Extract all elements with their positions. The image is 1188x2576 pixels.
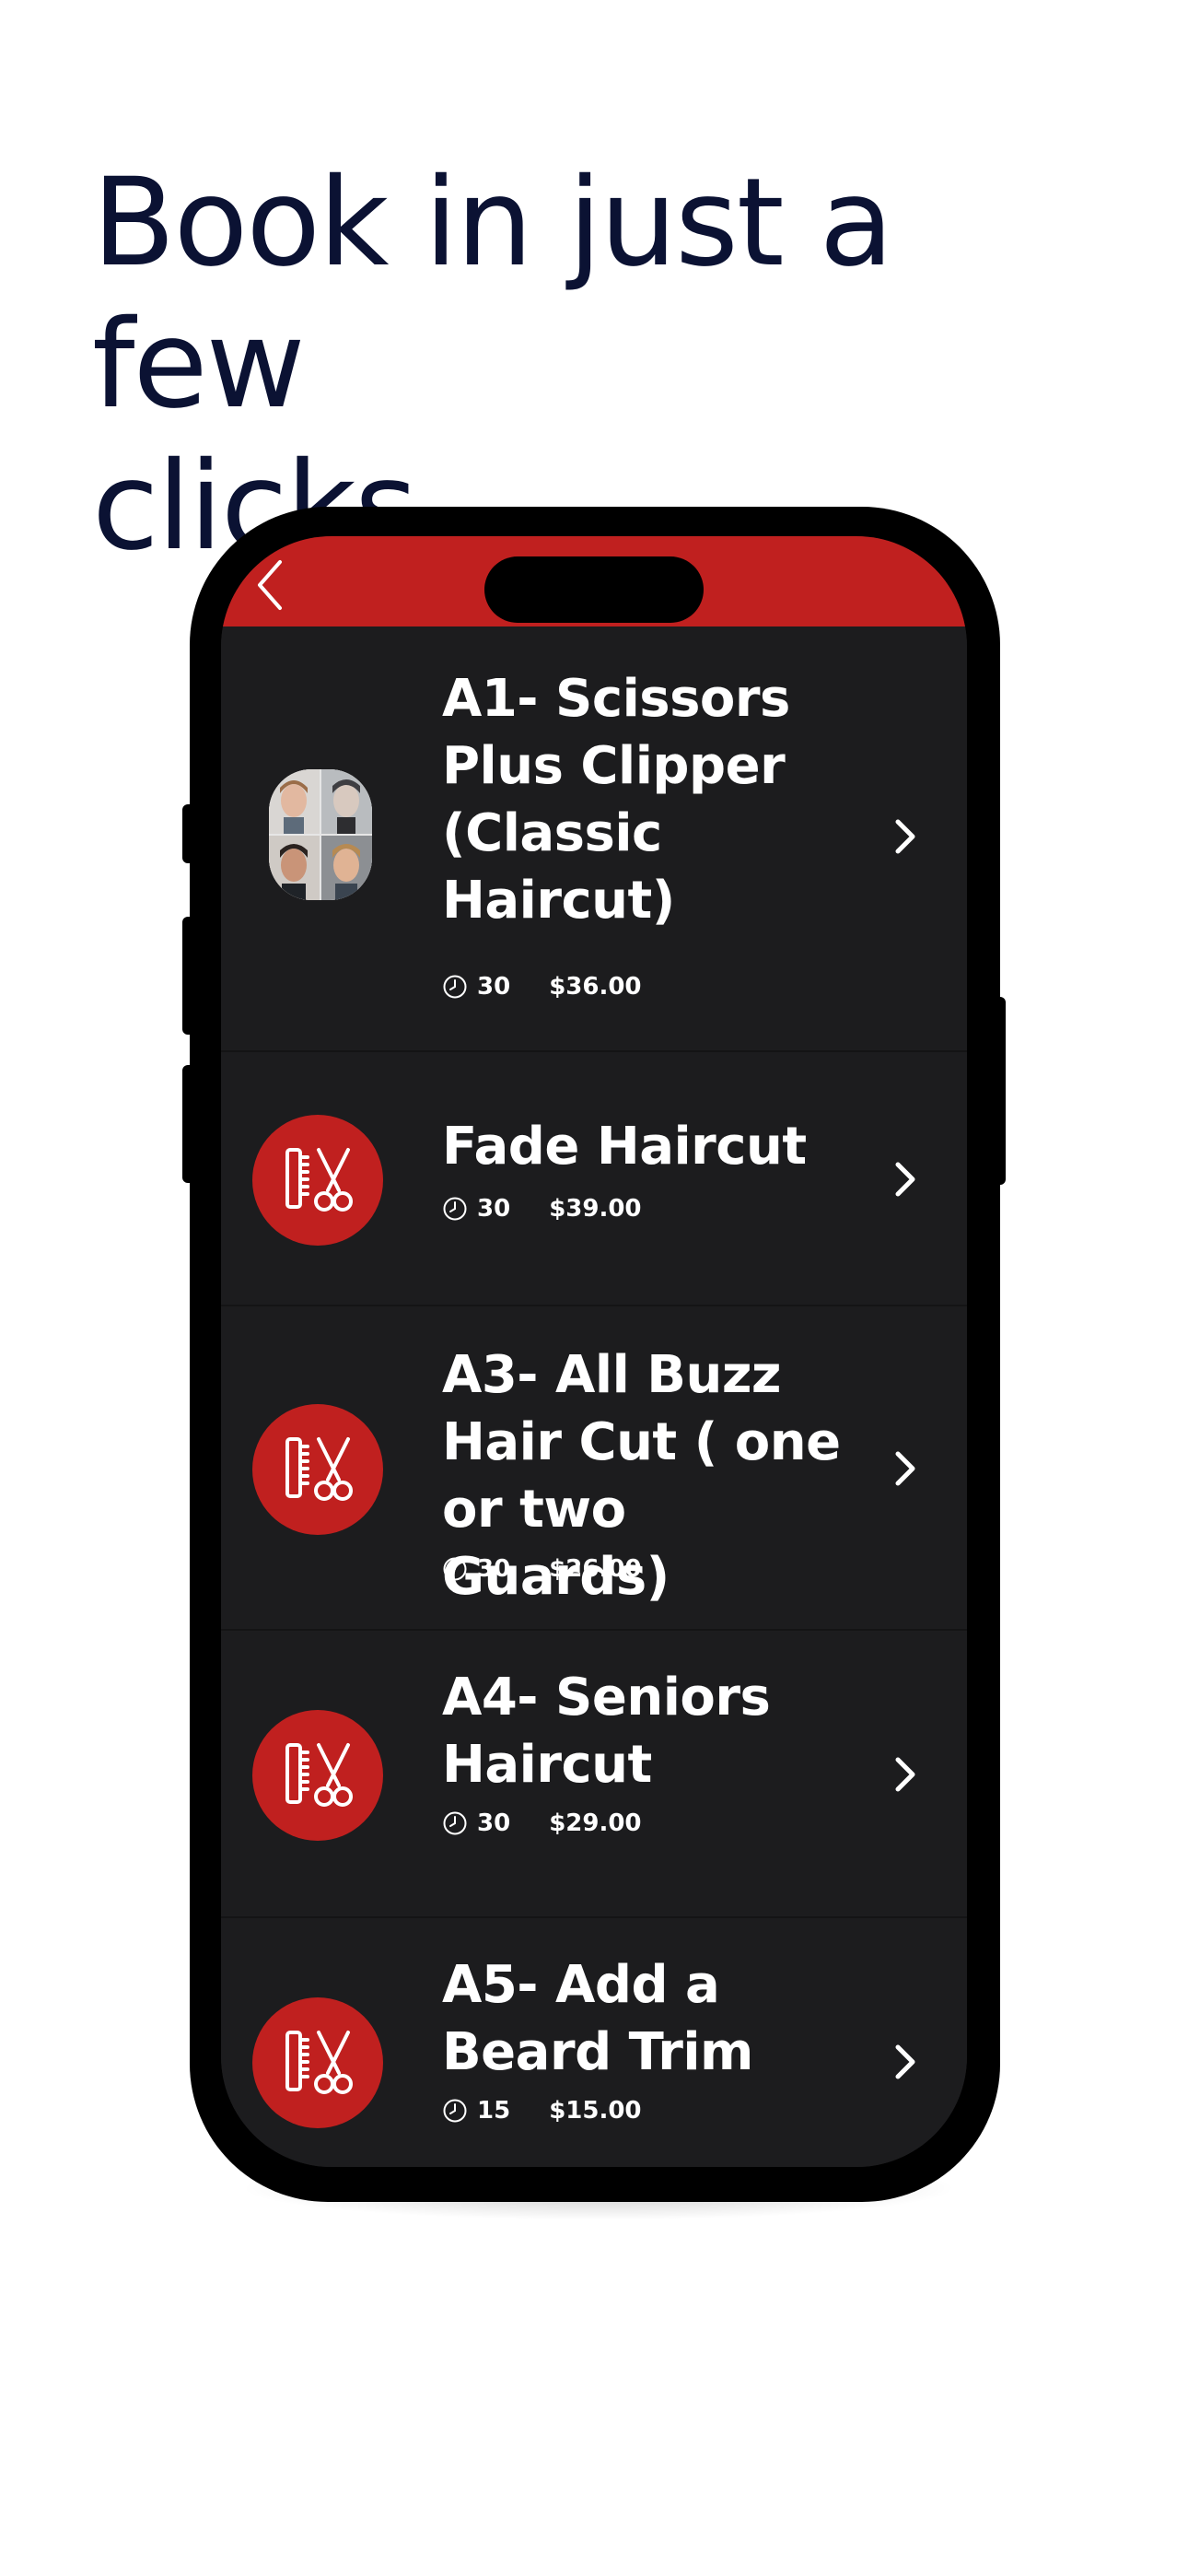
headline-line-1: Book in just a few <box>92 152 893 436</box>
chevron-left-icon <box>258 560 282 610</box>
service-title: Fade Haircut <box>442 1117 807 1177</box>
comb-scissors-icon <box>285 1437 353 1501</box>
service-duration: 30 <box>477 1809 511 1837</box>
clock-icon <box>443 1811 467 1835</box>
service-title: A1- Scissors Plus Clipper (Classic Hairc… <box>442 669 790 931</box>
service-meta: 30 $36.00 <box>442 971 642 1002</box>
chevron-right-icon <box>895 1162 915 1197</box>
service-title: A5- Add a Beard Trim <box>442 1955 753 2082</box>
service-avatar <box>252 1404 383 1535</box>
clock-icon <box>443 2099 467 2123</box>
comb-scissors-icon <box>285 1148 353 1212</box>
comb-scissors-icon <box>285 1743 353 1807</box>
service-price: $39.00 <box>549 1195 642 1223</box>
chevron-right-icon <box>895 1451 915 1486</box>
service-price: $26.00 <box>549 1555 642 1583</box>
service-title: A4- Seniors Haircut <box>442 1668 771 1795</box>
chevron-right-icon <box>895 1757 915 1792</box>
back-button[interactable] <box>249 555 295 615</box>
service-meta: 30 $26.00 <box>442 1553 642 1585</box>
dynamic-island <box>484 556 704 623</box>
service-price: $29.00 <box>549 1809 642 1837</box>
service-avatar <box>252 1115 383 1246</box>
service-photo <box>269 769 372 900</box>
clock-icon <box>443 1557 467 1581</box>
haircut-photo-collage-icon <box>269 769 372 900</box>
phone-screen: A1- Scissors Plus Clipper (Classic Hairc… <box>221 536 967 2167</box>
chevron-right-icon <box>895 819 915 854</box>
comb-scissors-icon <box>285 2031 353 2094</box>
service-duration: 30 <box>477 1195 511 1223</box>
service-row[interactable]: A3- All Buzz Hair Cut ( one or two Guard… <box>221 1306 967 1631</box>
service-duration: 30 <box>477 973 511 1001</box>
service-price: $15.00 <box>549 2097 642 2125</box>
service-duration: 15 <box>477 2097 511 2125</box>
service-avatar <box>252 1997 383 2128</box>
app-header <box>221 536 967 626</box>
service-meta: 30 $39.00 <box>442 1193 642 1224</box>
service-row[interactable]: A4- Seniors Haircut 30 $29.00 <box>221 1631 967 1918</box>
service-price: $36.00 <box>549 973 642 1001</box>
clock-icon <box>443 1197 467 1221</box>
service-row[interactable]: A1- Scissors Plus Clipper (Classic Hairc… <box>221 626 967 1052</box>
service-meta: 15 $15.00 <box>442 2095 642 2126</box>
chevron-right-icon <box>895 2044 915 2079</box>
service-avatar <box>252 1710 383 1841</box>
service-row[interactable]: Fade Haircut 30 $39.00 <box>221 1052 967 1306</box>
service-meta: 30 $29.00 <box>442 1808 642 1839</box>
service-duration: 30 <box>477 1555 511 1583</box>
service-row[interactable]: A5- Add a Beard Trim 15 $15.00 <box>221 1918 967 2167</box>
clock-icon <box>443 975 467 999</box>
